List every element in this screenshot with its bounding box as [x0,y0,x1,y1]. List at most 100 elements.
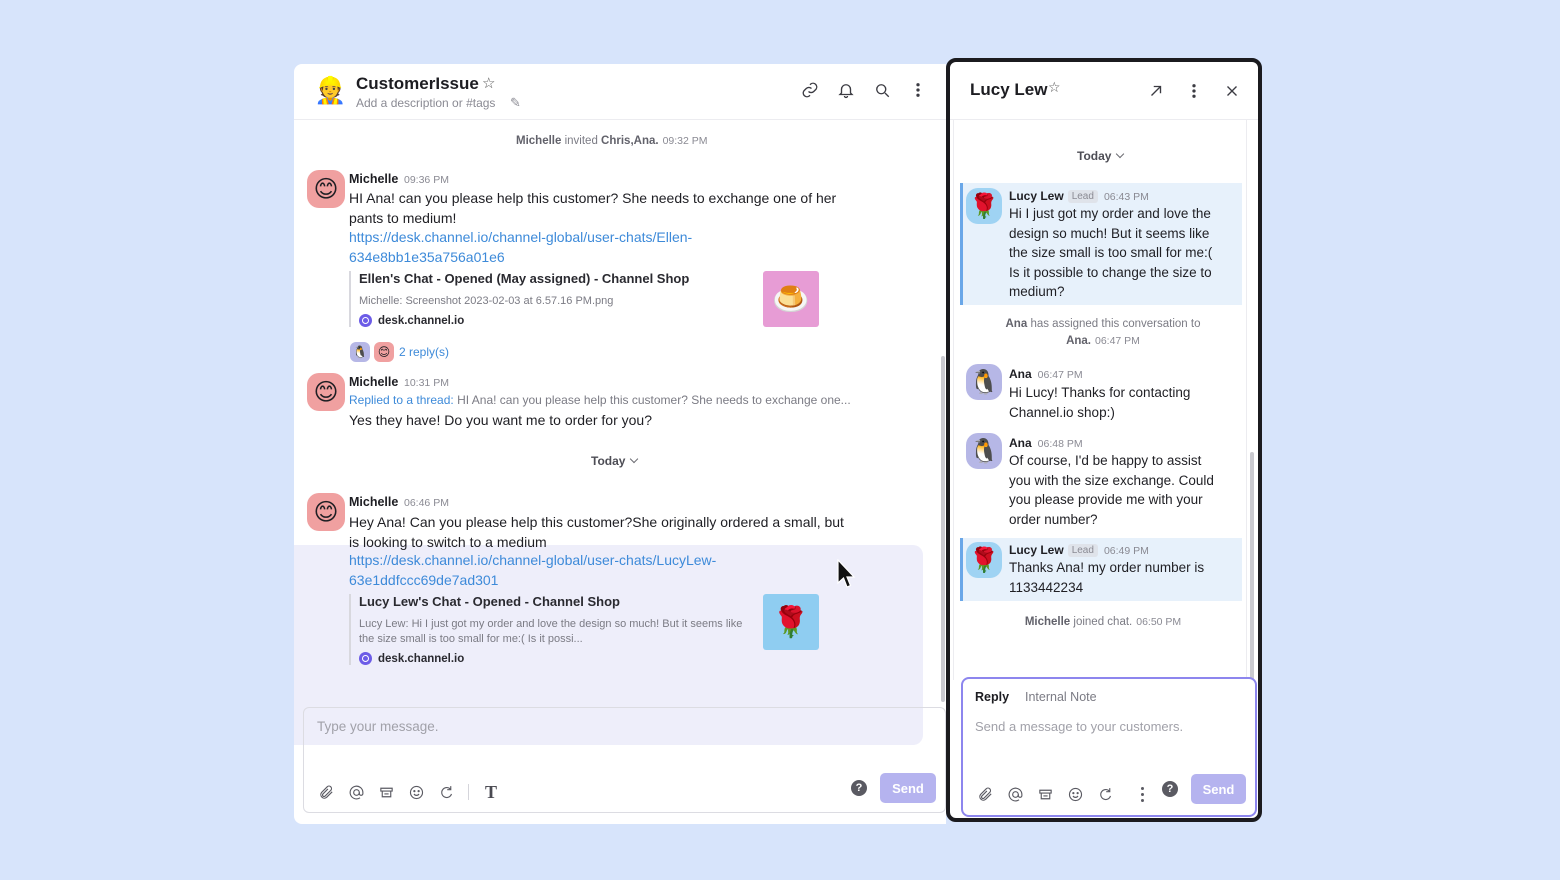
system-assigned-message: Ana has assigned this conversation to An… [1005,318,1201,347]
channel-header: 👷 CustomerIssue ☆ Add a description or #… [294,64,946,120]
panel-divider [953,120,954,680]
more-icon[interactable] [1135,785,1149,803]
message-meta: Lucy Lew Lead 06:49 PM [1009,543,1149,558]
scrollbar[interactable] [1250,452,1254,680]
reply-avatar-michelle: 😊 [374,342,394,362]
more-icon[interactable] [908,80,928,100]
composer-toolbar: T [316,782,501,802]
message-list[interactable]: Michelle invited Chris,Ana. 09:32 PM 😊 Mi… [294,121,946,745]
system-invited-message: Michelle invited Chris,Ana. 09:32 PM [516,135,708,147]
user-chat-actions [1146,81,1242,101]
sender-name[interactable]: Michelle [349,495,398,509]
customer-message: 🌹 Lucy Lew Lead 06:49 PM Thanks Ana! my or… [960,538,1242,601]
avatar[interactable]: 😊 [307,493,345,531]
help-icon[interactable]: ? [851,780,867,796]
avatar[interactable]: 🌹 [966,542,1002,578]
message-time: 06:46 PM [404,497,449,509]
send-button[interactable]: Send [880,773,936,803]
message-composer[interactable]: Type your message. T ? Send [303,707,946,813]
sender-name[interactable]: Michelle [349,375,398,389]
chevron-down-icon [1116,149,1125,159]
attach-icon[interactable] [316,782,336,802]
mouse-cursor-icon [837,559,856,588]
user-chat-title[interactable]: Lucy Lew [970,80,1047,100]
reply-composer[interactable]: Reply Internal Note Send a message to yo… [961,677,1257,817]
sender-name[interactable]: Ana [1009,367,1032,381]
close-icon[interactable] [1222,81,1242,101]
message-time: 06:49 PM [1103,545,1149,557]
sender-name[interactable]: Lucy Lew [1009,189,1064,203]
message-text: Hi Lucy! Thanks for contacting Channel.i… [1009,385,1191,420]
send-button[interactable]: Send [1191,774,1246,804]
message-text: Hi I just got my order and love the desi… [1009,206,1213,299]
message-time: 10:31 PM [404,377,449,389]
message-text: Of course, I'd be happy to assist you wi… [1009,453,1214,527]
more-icon[interactable] [1184,81,1204,101]
refresh-icon[interactable] [436,782,456,802]
message-link[interactable]: https://desk.channel.io/channel-global/u… [349,228,692,267]
channel-description[interactable]: Add a description or #tags [356,96,495,110]
message-text: Hey Ana! Can you please help this custom… [349,514,844,550]
preview-subtitle: Michelle: Screenshot 2023-02-03 at 6.57.… [359,295,614,307]
refresh-icon[interactable] [1095,784,1115,804]
panel-divider [1246,120,1247,680]
message-text: Thanks Ana! my order number is 113344223… [1009,560,1205,595]
message-meta: Lucy Lew Lead 06:43 PM [1009,189,1149,204]
message-meta: Ana 06:48 PM [1009,436,1083,450]
preview-domain: desk.channel.io [359,314,749,327]
bell-icon[interactable] [836,80,856,100]
link-icon[interactable] [800,80,820,100]
reply-input[interactable]: Send a message to your customers. [975,719,1183,734]
attach-icon[interactable] [975,784,995,804]
composer-toolbar [975,784,1115,804]
avatar[interactable]: 🐧 [966,364,1002,400]
channel-logo-icon [359,652,372,665]
sender-name[interactable]: Lucy Lew [1009,543,1064,557]
mention-icon[interactable] [346,782,366,802]
thread-replies-link[interactable]: 2 reply(s) [399,345,449,359]
tab-reply[interactable]: Reply [975,690,1009,704]
message-input[interactable]: Type your message. [317,719,439,734]
star-icon[interactable]: ☆ [482,74,495,92]
day-divider[interactable]: Today [1077,149,1125,163]
tab-internal-note[interactable]: Internal Note [1025,690,1097,704]
replied-to-thread[interactable]: Replied to a thread: HI Ana! can you ple… [349,393,851,407]
scrollbar[interactable] [941,356,945,702]
macro-icon[interactable] [376,782,396,802]
preview-title: Lucy Lew's Chat - Opened - Channel Shop [359,594,620,609]
day-divider[interactable]: Today [591,454,639,468]
macro-icon[interactable] [1035,784,1055,804]
sender-name[interactable]: Ana [1009,436,1032,450]
lead-badge: Lead [1067,544,1098,557]
open-external-icon[interactable] [1146,81,1166,101]
emoji-icon[interactable] [1065,784,1085,804]
channel-title[interactable]: CustomerIssue [356,74,479,94]
user-chat-panel: Lucy Lew ☆ Today 🌹 Lucy Lew Lead 06:43 PM … [946,58,1262,822]
preview-thumbnail[interactable]: 🌹 [763,594,819,650]
preview-thumbnail[interactable]: 🍮 [763,271,819,327]
preview-title: Ellen's Chat - Opened (May assigned) - C… [359,271,690,286]
link-preview[interactable]: Lucy Lew's Chat - Opened - Channel Shop … [349,594,749,665]
text-format-icon[interactable]: T [481,782,501,802]
toolbar-divider [468,784,469,800]
message-text: Yes they have! Do you want me to order f… [349,412,652,428]
emoji-icon[interactable] [406,782,426,802]
group-chat-panel: 👷 CustomerIssue ☆ Add a description or #… [294,64,946,824]
edit-icon[interactable]: ✎ [510,95,521,111]
avatar[interactable]: 😊 [307,170,345,208]
message-time: 06:47 PM [1037,369,1083,381]
preview-domain: desk.channel.io [359,652,749,665]
star-icon[interactable]: ☆ [1048,79,1061,96]
search-icon[interactable] [872,80,892,100]
channel-logo-icon [359,314,372,327]
link-preview[interactable]: Ellen's Chat - Opened (May assigned) - C… [349,271,749,327]
avatar[interactable]: 🌹 [966,188,1002,224]
message-link[interactable]: https://desk.channel.io/channel-global/u… [349,551,716,590]
avatar[interactable]: 🐧 [966,433,1002,469]
help-icon[interactable]: ? [1162,781,1178,797]
sender-name[interactable]: Michelle [349,172,398,186]
reply-avatar-ana: 🐧 [350,342,370,362]
message-time: 09:36 PM [404,174,449,186]
mention-icon[interactable] [1005,784,1025,804]
avatar[interactable]: 😊 [307,373,345,411]
